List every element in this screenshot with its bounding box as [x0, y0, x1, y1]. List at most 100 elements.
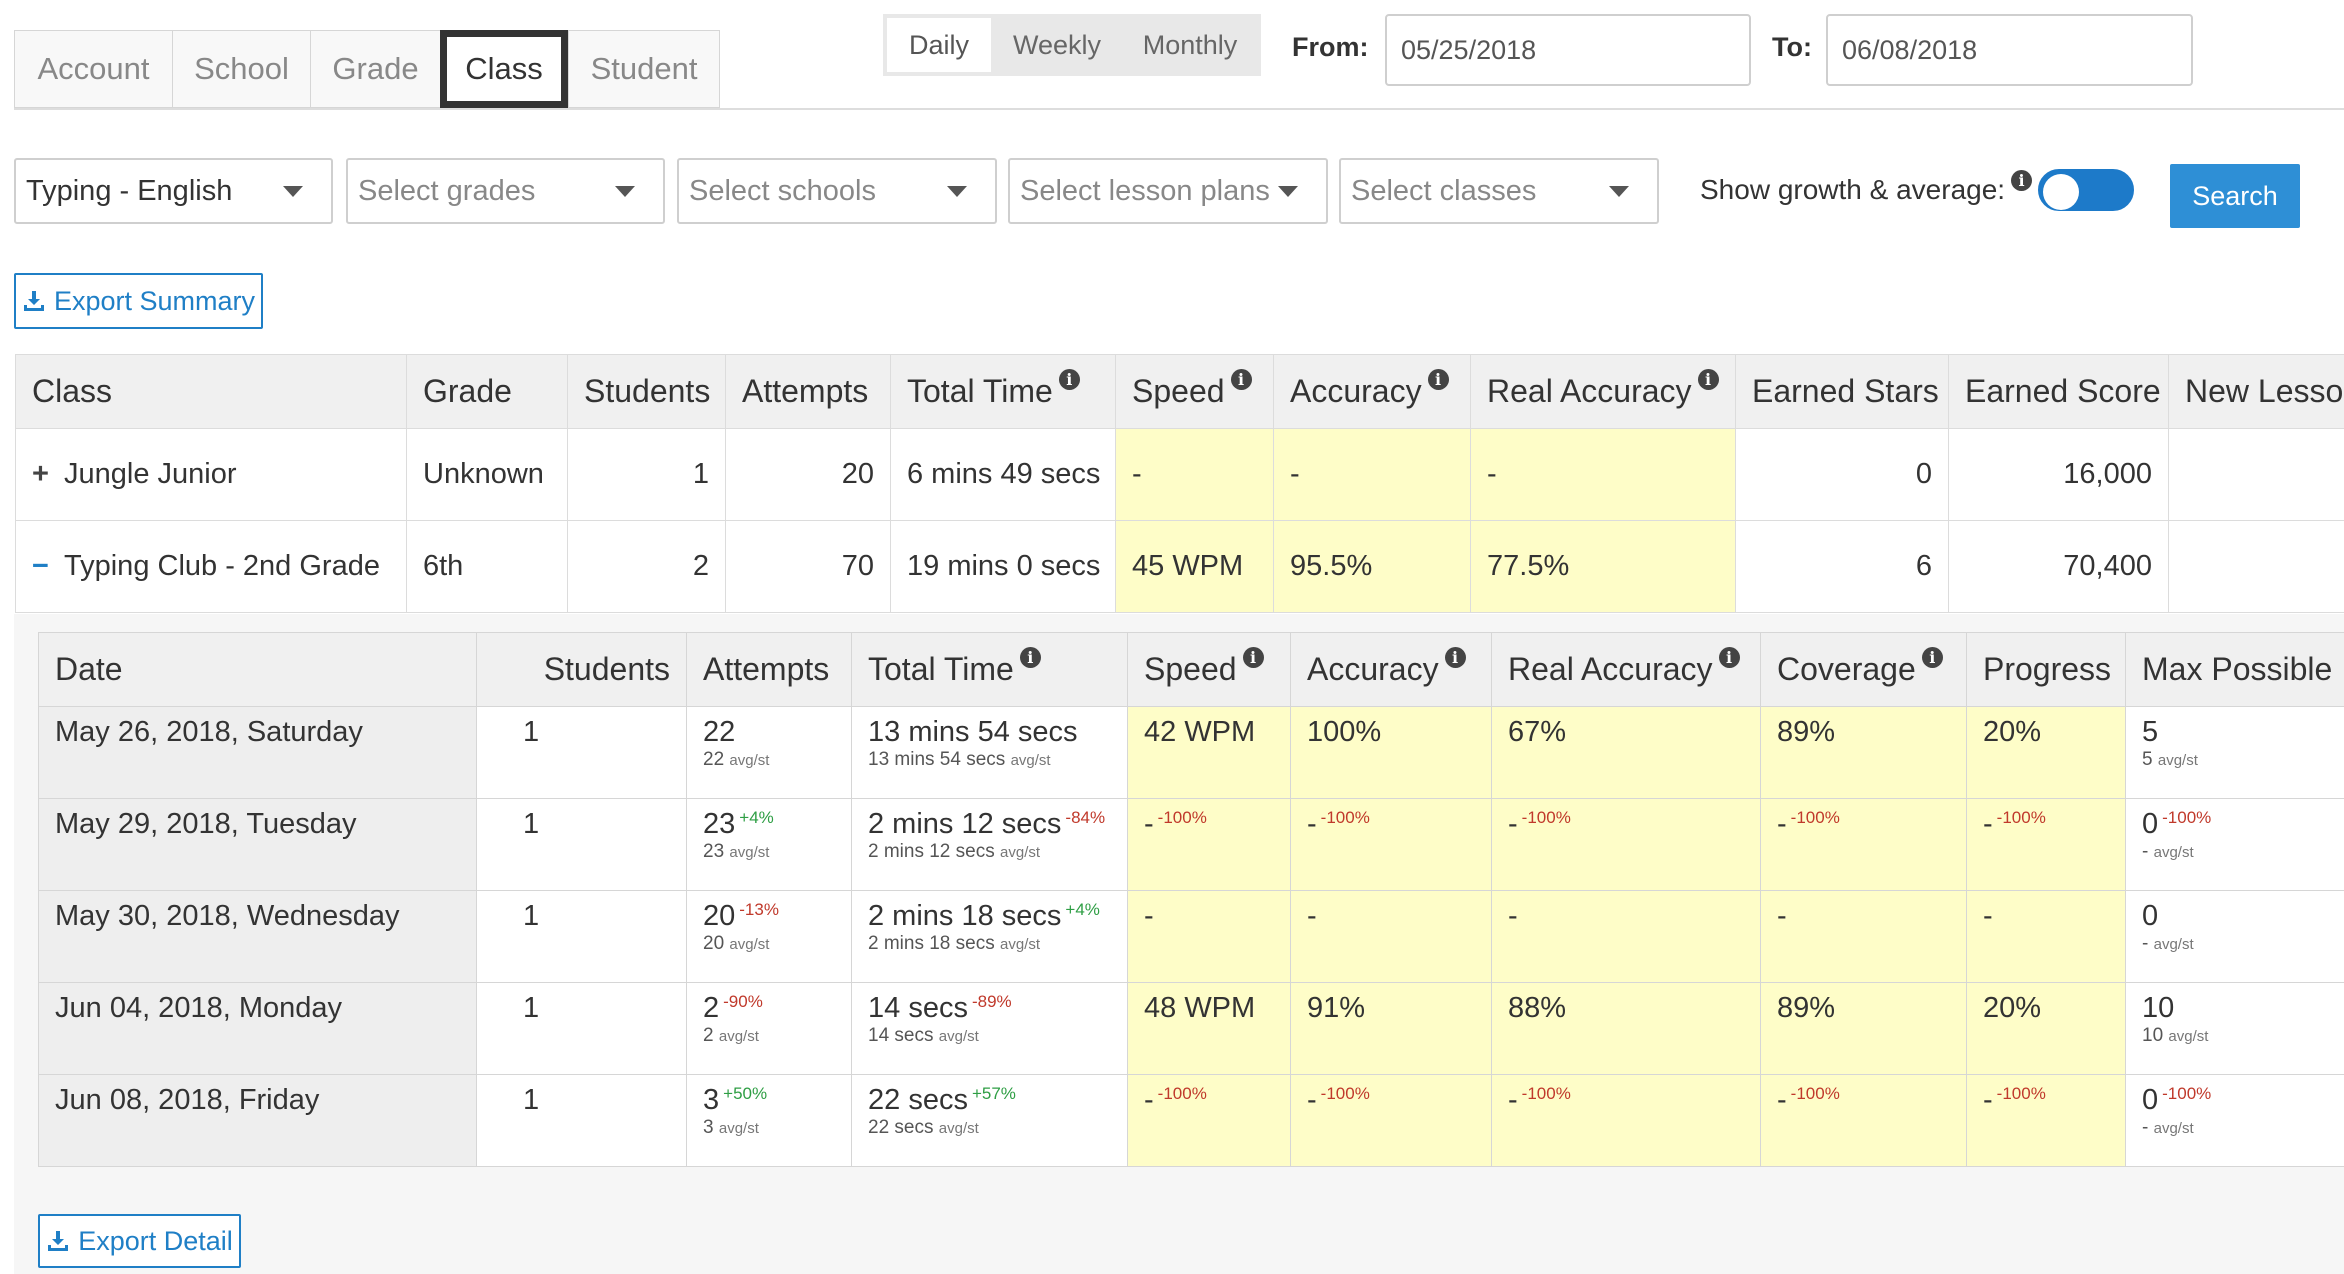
info-icon[interactable]: i — [1718, 647, 1740, 668]
schools-select[interactable]: Select schools — [677, 158, 997, 224]
total-time-average-value: 2 mins 18 secs — [868, 933, 995, 954]
progress-change: -100% — [1996, 1084, 2046, 1103]
class-name: Jungle Junior — [64, 458, 237, 490]
classes-select[interactable]: Select classes — [1339, 158, 1659, 224]
export-detail-button[interactable]: Export Detail — [38, 1214, 241, 1268]
max-possible-average: - avg/st — [2142, 1117, 2328, 1140]
header-coverage-label: Coverage — [1777, 651, 1916, 687]
accuracy-cell: - — [1290, 890, 1492, 983]
attempts-change: +50% — [723, 1084, 768, 1103]
attempts-cell: 3 +50% 3 avg/st — [686, 1074, 852, 1167]
table-row[interactable]: Jun 08, 2018, Friday 1 3 +50% 3 avg/st 22 sec… — [38, 1074, 2344, 1167]
new-lessons-cell — [2168, 520, 2344, 613]
header-coverage[interactable]: Coverage i — [1760, 632, 1967, 707]
grades-select[interactable]: Select grades — [346, 158, 665, 224]
info-icon[interactable]: i — [1427, 369, 1449, 390]
info-icon[interactable]: i — [1444, 647, 1466, 668]
language-select-value: Typing - English — [26, 174, 233, 207]
header-accuracy[interactable]: Accuracy i — [1273, 354, 1471, 429]
header-earned-score[interactable]: Earned Score — [1948, 354, 2169, 429]
to-date-input[interactable]: 06/08/2018 — [1826, 14, 2193, 86]
avg-label: avg/st — [1000, 844, 1041, 861]
max-possible-average-value: - — [2142, 933, 2149, 954]
header-progress[interactable]: Progress — [1966, 632, 2126, 707]
max-possible-value: 10 — [2142, 992, 2175, 1024]
real-accuracy-cell: - — [1491, 890, 1761, 983]
tab-student[interactable]: Student — [568, 30, 720, 108]
period-daily-button[interactable]: Daily — [883, 14, 995, 76]
max-possible-average: 5 avg/st — [2142, 749, 2328, 772]
class-cell[interactable]: + Jungle Junior — [15, 428, 407, 521]
header-total-time[interactable]: Total Time i — [851, 632, 1128, 707]
info-icon[interactable]: i — [1230, 369, 1252, 390]
date-cell: May 29, 2018, Tuesday — [38, 798, 477, 891]
header-accuracy[interactable]: Accuracy i — [1290, 632, 1492, 707]
header-accuracy-label: Accuracy — [1307, 651, 1439, 687]
header-students[interactable]: Students — [567, 354, 726, 429]
lesson-plans-select[interactable]: Select lesson plans — [1008, 158, 1328, 224]
attempts-change: -90% — [723, 992, 763, 1011]
header-grade[interactable]: Grade — [406, 354, 568, 429]
header-total-time[interactable]: Total Time i — [890, 354, 1116, 429]
header-students[interactable]: Students — [476, 632, 687, 707]
avg-label: avg/st — [729, 936, 770, 953]
table-row[interactable]: May 26, 2018, Saturday 1 22 22 avg/st 13 min… — [38, 706, 2344, 799]
header-attempts[interactable]: Attempts — [686, 632, 852, 707]
info-icon[interactable]: i — [1921, 647, 1943, 668]
table-row[interactable]: May 29, 2018, Tuesday 1 23 +4% 23 avg/st 2 mi… — [38, 798, 2344, 891]
header-date[interactable]: Date — [38, 632, 477, 707]
plus-icon[interactable]: + — [32, 458, 64, 491]
max-possible-cell: 55 avg/st — [2125, 706, 2344, 799]
header-max-possible[interactable]: Max Possible : — [2125, 632, 2344, 707]
tab-account[interactable]: Account — [14, 30, 172, 108]
attempts-cell: 20 — [725, 428, 891, 521]
coverage-cell: 89% — [1760, 706, 1967, 799]
real-accuracy-change: -100% — [1521, 1084, 1571, 1103]
max-possible-change: -100% — [2162, 1084, 2212, 1103]
accuracy-cell: 95.5% — [1273, 520, 1471, 613]
search-button[interactable]: Search — [2170, 164, 2300, 228]
table-row[interactable]: + Jungle Junior Unknown 1 20 6 mins 49 se… — [15, 428, 2344, 521]
language-select[interactable]: Typing - English — [14, 158, 333, 224]
header-new-lessons[interactable]: New Lesso — [2168, 354, 2344, 429]
info-icon[interactable]: i — [1019, 647, 1041, 668]
table-row[interactable]: − Typing Club - 2nd Grade 6th 2 70 19 min… — [15, 520, 2344, 613]
info-icon[interactable]: i — [1058, 369, 1080, 390]
info-icon[interactable]: i — [2011, 170, 2033, 191]
header-earned-stars[interactable]: Earned Stars — [1735, 354, 1949, 429]
attempts-average-value: 20 — [703, 933, 725, 954]
earned-stars-cell: 6 — [1735, 520, 1949, 613]
header-speed[interactable]: Speed i — [1115, 354, 1274, 429]
class-cell[interactable]: − Typing Club - 2nd Grade — [15, 520, 407, 613]
minus-icon[interactable]: − — [32, 550, 64, 583]
header-class[interactable]: Class — [15, 354, 407, 429]
period-monthly-button[interactable]: Monthly — [1119, 14, 1261, 76]
header-real-accuracy[interactable]: Real Accuracy i — [1491, 632, 1761, 707]
students-value: 1 — [523, 808, 540, 840]
accuracy-cell: - — [1273, 428, 1471, 521]
period-weekly-button[interactable]: Weekly — [995, 14, 1119, 76]
from-date-input[interactable]: 05/25/2018 — [1385, 14, 1751, 86]
coverage-value: 89% — [1777, 992, 1836, 1024]
attempts-value: 2 — [703, 992, 720, 1024]
tab-class[interactable]: Class — [440, 30, 568, 108]
tab-grade[interactable]: Grade — [310, 30, 440, 108]
date-value: Jun 08, 2018, Friday — [55, 1084, 320, 1116]
table-row[interactable]: May 30, 2018, Wednesday 1 20 -13% 20 avg/st 2… — [38, 890, 2344, 983]
export-summary-button[interactable]: Export Summary — [14, 273, 263, 329]
header-attempts[interactable]: Attempts — [725, 354, 891, 429]
table-row[interactable]: Jun 04, 2018, Monday 1 2 -90% 2 avg/st 14 sec… — [38, 982, 2344, 1075]
show-growth-toggle[interactable] — [2038, 169, 2134, 211]
info-icon[interactable]: i — [1242, 647, 1264, 668]
info-icon[interactable]: i — [1697, 369, 1719, 390]
total-time-cell: 2 mins 18 secs +4% 2 mins 18 secs avg/st — [851, 890, 1128, 983]
tab-school[interactable]: School — [172, 30, 310, 108]
accuracy-value: 100% — [1307, 716, 1382, 748]
real-accuracy-value: 88% — [1508, 992, 1567, 1024]
header-speed[interactable]: Speed i — [1127, 632, 1291, 707]
attempts-cell: 22 22 avg/st — [686, 706, 852, 799]
accuracy-value: - — [1307, 1084, 1317, 1116]
attempts-value: 20 — [703, 900, 736, 932]
header-real-accuracy[interactable]: Real Accuracy i — [1470, 354, 1736, 429]
total-time-average-value: 22 secs — [868, 1117, 934, 1138]
